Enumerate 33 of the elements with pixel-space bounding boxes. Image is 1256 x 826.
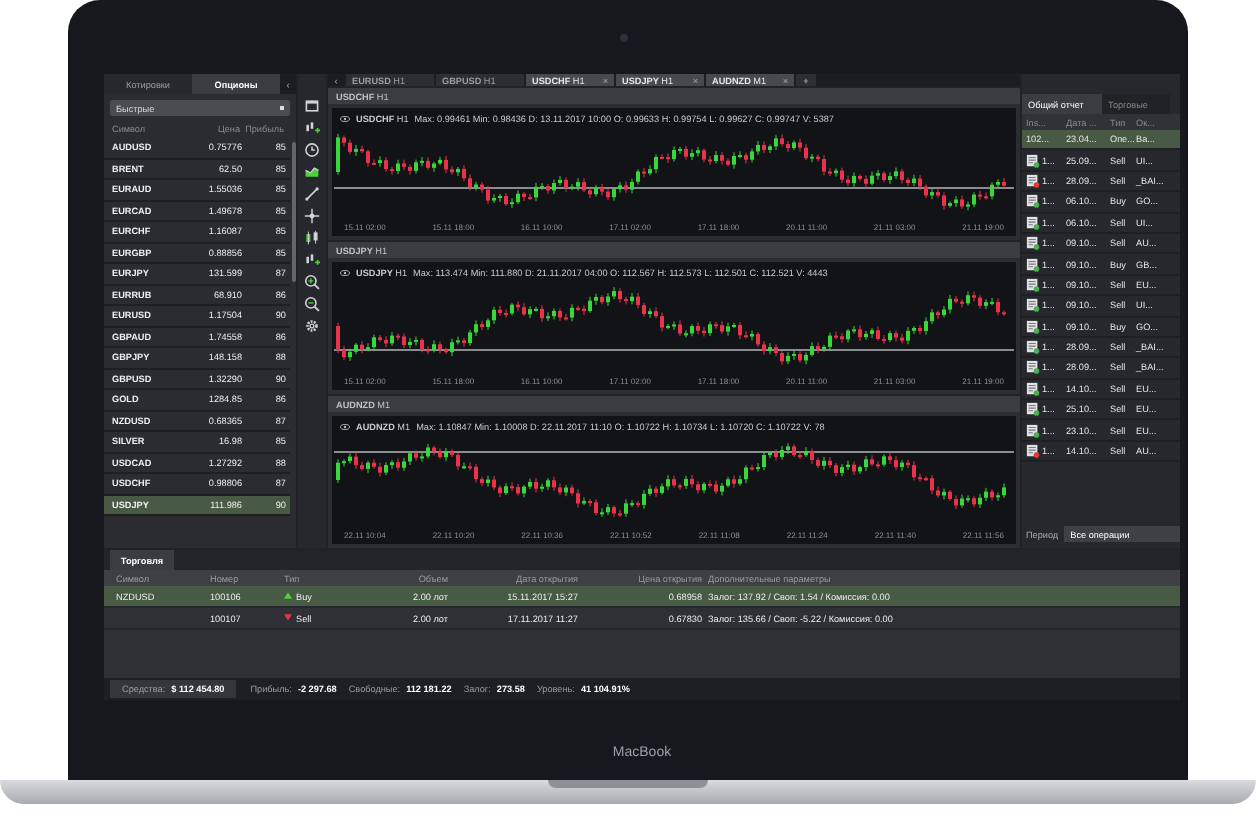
document-icon <box>1026 257 1040 272</box>
crosshair-icon[interactable] <box>304 208 320 224</box>
document-icon <box>1026 215 1040 230</box>
caret-icon <box>280 106 284 110</box>
down-triangle-icon <box>284 614 292 622</box>
zoom-out-icon[interactable] <box>304 296 320 312</box>
candles-plus-icon[interactable] <box>304 252 320 268</box>
eye-icon[interactable] <box>340 116 350 122</box>
line-tool-icon[interactable] <box>304 186 320 202</box>
document-icon <box>1026 402 1040 417</box>
settings-icon[interactable] <box>304 318 320 334</box>
document-icon <box>1026 319 1040 334</box>
eye-icon[interactable] <box>340 424 350 430</box>
document-icon <box>1026 381 1040 396</box>
up-triangle-icon <box>284 592 292 600</box>
document-icon <box>1026 340 1040 355</box>
document-icon <box>1026 444 1040 459</box>
window-icon[interactable] <box>304 98 320 114</box>
area-chart-icon[interactable] <box>304 164 320 180</box>
document-icon <box>1026 277 1040 292</box>
candlestick-icon[interactable] <box>304 230 320 246</box>
document-icon <box>1026 194 1040 209</box>
document-icon <box>1026 298 1040 313</box>
zoom-in-icon[interactable] <box>304 274 320 290</box>
eye-icon[interactable] <box>340 270 350 276</box>
document-icon <box>1026 360 1040 375</box>
document-icon <box>1026 236 1040 251</box>
document-icon <box>1026 153 1040 168</box>
document-icon <box>1026 423 1040 438</box>
clock-icon[interactable] <box>304 142 320 158</box>
scrollbar[interactable] <box>291 142 295 282</box>
candles-plus-icon[interactable] <box>304 120 320 136</box>
document-icon <box>1026 173 1040 188</box>
